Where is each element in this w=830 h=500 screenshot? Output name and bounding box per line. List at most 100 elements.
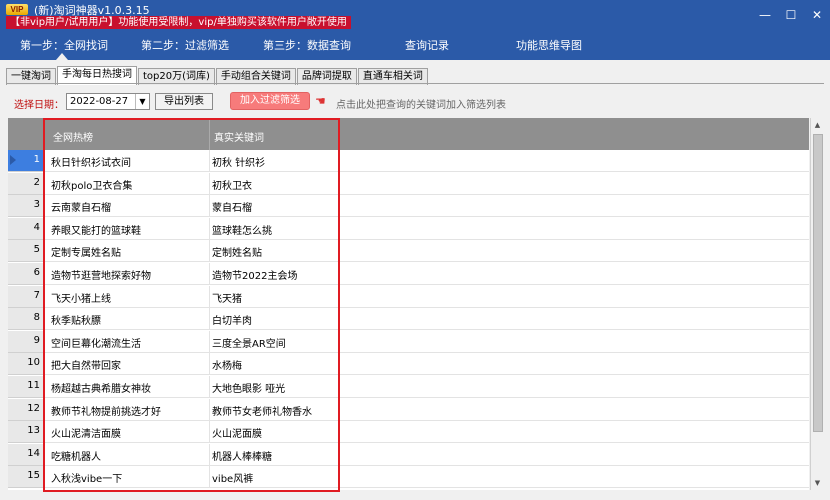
row-number: 4 xyxy=(33,221,40,233)
table-row[interactable]: 飞天小猪上线 飞天猪 xyxy=(44,285,809,308)
hot-list-cell[interactable]: 吃糖机器人 xyxy=(51,448,101,463)
row-header[interactable]: 1 xyxy=(8,150,44,172)
cell-divider xyxy=(209,240,210,263)
row-number: 10 xyxy=(27,357,40,369)
table-row[interactable]: 把大自然带回家 水杨梅 xyxy=(44,353,809,376)
row-number: 9 xyxy=(33,334,40,346)
real-keyword-cell[interactable]: 白切羊肉 xyxy=(212,312,252,327)
date-select[interactable]: 2022-08-27 ▼ xyxy=(66,93,150,110)
hot-list-cell[interactable]: 养眼又能打的篮球鞋 xyxy=(51,222,141,237)
chevron-down-icon[interactable]: ▼ xyxy=(135,94,149,109)
step-query-history[interactable]: 查询记录 xyxy=(405,37,449,53)
scroll-up-icon[interactable]: ▲ xyxy=(811,118,824,132)
cell-divider xyxy=(209,195,210,218)
row-number: 7 xyxy=(33,289,40,301)
hot-list-cell[interactable]: 初秋polo卫衣合集 xyxy=(51,177,132,192)
table-row[interactable]: 空间巨幕化潮流生活 三度全景AR空间 xyxy=(44,330,809,353)
row-header[interactable]: 4 xyxy=(8,217,44,240)
scroll-down-icon[interactable]: ▼ xyxy=(811,476,824,490)
table-row[interactable]: 云南蒙自石榴 蒙自石榴 xyxy=(44,195,809,218)
table-row[interactable]: 初秋polo卫衣合集 初秋卫衣 xyxy=(44,172,809,195)
real-keyword-cell[interactable]: 教师节女老师礼物香水 xyxy=(212,403,312,418)
real-keyword-cell[interactable]: 造物节2022主会场 xyxy=(212,267,297,282)
real-keyword-cell[interactable]: 水杨梅 xyxy=(212,357,242,372)
table-row[interactable]: 造物节逛营地探索好物 造物节2022主会场 xyxy=(44,263,809,285)
row-number: 3 xyxy=(33,199,40,211)
row-header[interactable]: 9 xyxy=(8,330,44,353)
real-keyword-cell[interactable]: 初秋 针织衫 xyxy=(212,154,265,169)
row-number: 6 xyxy=(33,267,40,278)
real-keyword-cell[interactable]: 三度全景AR空间 xyxy=(212,335,286,350)
hot-list-cell[interactable]: 教师节礼物提前挑选才好 xyxy=(51,403,161,418)
table-row[interactable]: 秋日针织衫试衣间 初秋 针织衫 xyxy=(44,150,809,172)
close-button[interactable]: ✕ xyxy=(804,0,830,30)
real-keyword-cell[interactable]: 大地色眼影 哑光 xyxy=(212,380,285,395)
date-label: 选择日期： xyxy=(14,100,64,111)
cell-divider xyxy=(209,285,210,308)
step-navigation: 第一步：全网找词 第二步：过滤筛选 第三步：数据查询 查询记录 功能思维导图 xyxy=(0,30,830,60)
step-3-data-query[interactable]: 第三步：数据查询 xyxy=(263,37,351,53)
minimize-button[interactable]: — xyxy=(752,0,778,30)
table-row[interactable]: 杨超越古典希腊女神妆 大地色眼影 哑光 xyxy=(44,376,809,398)
real-keyword-cell[interactable]: 飞天猪 xyxy=(212,290,242,305)
table-row[interactable]: 教师节礼物提前挑选才好 教师节女老师礼物香水 xyxy=(44,398,809,421)
add-to-filter-button[interactable]: 加入过滤筛选 xyxy=(230,92,310,110)
row-header[interactable]: 2 xyxy=(8,172,44,195)
cell-divider xyxy=(209,172,210,195)
hot-list-cell[interactable]: 入秋浅vibe一下 xyxy=(51,470,122,485)
hot-list-cell[interactable]: 云南蒙自石榴 xyxy=(51,199,111,214)
hot-list-cell[interactable]: 造物节逛营地探索好物 xyxy=(51,267,151,282)
row-number: 13 xyxy=(27,425,40,437)
step-1-find-words[interactable]: 第一步：全网找词 xyxy=(20,37,108,53)
real-keyword-cell[interactable]: 篮球鞋怎么挑 xyxy=(212,222,272,237)
vertical-scrollbar[interactable]: ▲ ▼ xyxy=(810,118,824,490)
hot-list-cell[interactable]: 秋季贴秋膘 xyxy=(51,312,101,327)
tab-divider xyxy=(6,83,824,84)
table-row[interactable]: 定制专属姓名贴 定制姓名贴 xyxy=(44,240,809,263)
date-value: 2022-08-27 xyxy=(70,96,129,107)
table-row[interactable]: 养眼又能打的篮球鞋 篮球鞋怎么挑 xyxy=(44,217,809,240)
table-row[interactable]: 入秋浅vibe一下 vibe风裤 xyxy=(44,466,809,489)
real-keyword-cell[interactable]: 机器人棒棒糖 xyxy=(212,448,272,463)
row-header[interactable]: 14 xyxy=(8,443,44,466)
table-row[interactable]: 吃糖机器人 机器人棒棒糖 xyxy=(44,443,809,466)
table-row[interactable]: 秋季贴秋膘 白切羊肉 xyxy=(44,308,809,331)
row-header[interactable]: 5 xyxy=(8,240,44,263)
row-header[interactable]: 11 xyxy=(8,376,44,398)
real-keyword-cell[interactable]: 蒙自石榴 xyxy=(212,199,252,214)
step-2-filter[interactable]: 第二步：过滤筛选 xyxy=(141,37,229,53)
real-keyword-cell[interactable]: 定制姓名贴 xyxy=(212,244,262,259)
real-keyword-cell[interactable]: 初秋卫衣 xyxy=(212,177,252,192)
real-keyword-cell[interactable]: 火山泥面膜 xyxy=(212,425,262,440)
cell-divider xyxy=(209,398,210,421)
step-mind-map[interactable]: 功能思维导图 xyxy=(516,37,582,53)
hot-list-cell[interactable]: 定制专属姓名贴 xyxy=(51,244,121,259)
row-header[interactable]: 15 xyxy=(8,466,44,489)
hot-list-cell[interactable]: 秋日针织衫试衣间 xyxy=(51,154,131,169)
row-header[interactable]: 8 xyxy=(8,308,44,331)
row-header[interactable]: 12 xyxy=(8,398,44,421)
real-keyword-cell[interactable]: vibe风裤 xyxy=(212,470,253,485)
hot-list-cell[interactable]: 杨超越古典希腊女神妆 xyxy=(51,380,151,395)
hot-list-cell[interactable]: 飞天小猪上线 xyxy=(51,290,111,305)
column-header-real-keyword[interactable]: 真实关键词 xyxy=(214,129,264,144)
row-header[interactable]: 7 xyxy=(8,285,44,308)
hot-list-cell[interactable]: 火山泥清洁面膜 xyxy=(51,425,121,440)
row-header[interactable]: 6 xyxy=(8,263,44,285)
export-list-button[interactable]: 导出列表 xyxy=(155,93,213,110)
row-number: 8 xyxy=(33,312,40,324)
cell-divider xyxy=(209,443,210,466)
row-number: 1 xyxy=(33,154,40,165)
add-filter-hint: 点击此处把查询的关键词加入筛选列表 xyxy=(336,100,506,111)
row-header[interactable]: 10 xyxy=(8,353,44,376)
hot-list-cell[interactable]: 把大自然带回家 xyxy=(51,357,121,372)
column-divider xyxy=(209,118,210,150)
row-header[interactable]: 13 xyxy=(8,421,44,444)
row-number: 15 xyxy=(27,470,40,482)
row-header[interactable]: 3 xyxy=(8,195,44,218)
scroll-thumb[interactable] xyxy=(813,134,823,432)
table-row[interactable]: 火山泥清洁面膜 火山泥面膜 xyxy=(44,421,809,444)
hot-list-cell[interactable]: 空间巨幕化潮流生活 xyxy=(51,335,141,350)
column-header-hot-list[interactable]: 全网热榜 xyxy=(53,129,93,144)
maximize-button[interactable]: ☐ xyxy=(778,0,804,30)
